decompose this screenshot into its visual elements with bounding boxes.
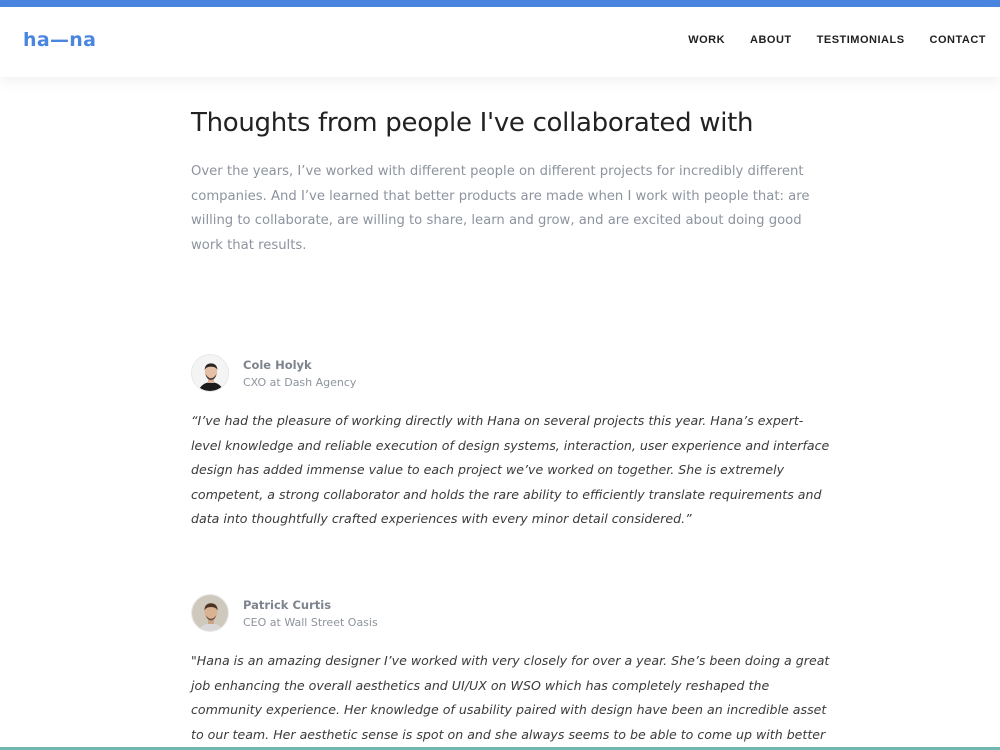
testimonial-author: Patrick Curtis CEO at Wall Street Oasis xyxy=(191,594,831,632)
site-logo[interactable]: ha—na xyxy=(23,29,96,51)
site-header: ha—na WORK ABOUT TESTIMONIALS CONTACT xyxy=(0,7,1000,77)
testimonial-author: Cole Holyk CXO at Dash Agency xyxy=(191,354,831,392)
author-name: Patrick Curtis xyxy=(243,597,332,612)
intro-paragraph: Over the years, I’ve worked with differe… xyxy=(191,164,810,253)
nav-item-contact[interactable]: CONTACT xyxy=(930,34,986,46)
testimonial-card: Patrick Curtis CEO at Wall Street Oasis … xyxy=(191,594,831,747)
avatar xyxy=(191,354,229,392)
author-role: CXO at Dash Agency xyxy=(243,375,357,389)
testimonial-quote: "Hana is an amazing designer I’ve worked… xyxy=(191,653,830,742)
nav-item-work[interactable]: WORK xyxy=(688,34,725,46)
nav-item-testimonials[interactable]: TESTIMONIALS xyxy=(817,34,905,46)
author-name: Cole Holyk xyxy=(243,357,312,372)
author-role: CEO at Wall Street Oasis xyxy=(243,615,378,629)
main-nav: WORK ABOUT TESTIMONIALS CONTACT xyxy=(688,34,986,46)
testimonial-quote: “I’ve had the pleasure of working direct… xyxy=(191,413,830,526)
intro-section: Thoughts from people I've collaborated w… xyxy=(191,108,831,258)
top-accent-bar xyxy=(0,0,1000,7)
nav-item-about[interactable]: ABOUT xyxy=(750,34,792,46)
page-title: Thoughts from people I've collaborated w… xyxy=(191,108,754,138)
avatar xyxy=(191,594,229,632)
testimonial-card: Cole Holyk CXO at Dash Agency “I’ve had … xyxy=(191,354,831,532)
